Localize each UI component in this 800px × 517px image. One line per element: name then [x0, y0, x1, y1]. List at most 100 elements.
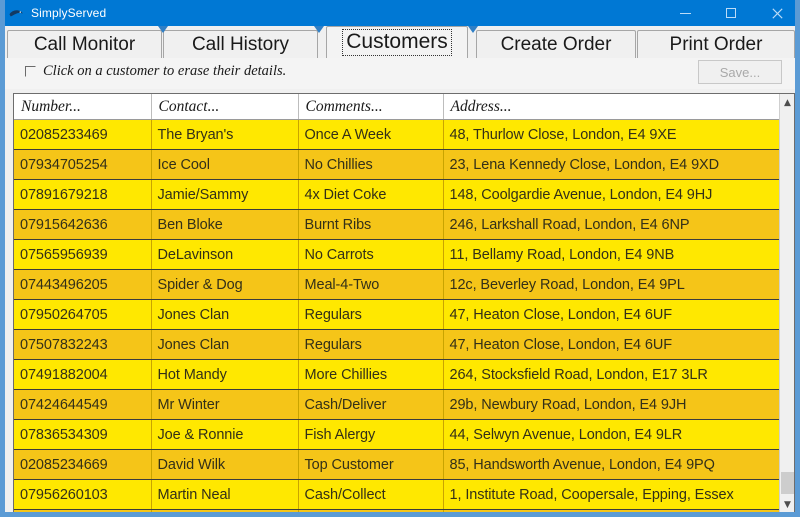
cell-comments[interactable]: No Carrots	[298, 239, 444, 270]
cell-number[interactable]: 07915642636	[14, 209, 152, 240]
cell-comments[interactable]: Regulars	[298, 329, 444, 360]
table-row[interactable]: 07507832243 Jones Clan Regulars 47, Heaton …	[14, 329, 779, 360]
cell-address[interactable]: 44, Selwyn Avenue, London, E4 9LR	[443, 419, 779, 450]
cell-comments[interactable]: Nut Alergy	[298, 509, 444, 512]
table-row[interactable]: 07891679218 Jamie/Sammy 4x Diet Coke 148, C…	[14, 179, 779, 210]
cell-contact[interactable]: Zac Wax	[151, 509, 299, 512]
cell-contact[interactable]: The Bryan's	[151, 119, 299, 150]
table-row[interactable]: 02085234669 David Wilk Top Customer 85, Han…	[14, 449, 779, 480]
save-button[interactable]: Save...	[698, 60, 782, 84]
tab-print-order[interactable]: Print Order	[637, 30, 795, 58]
title-bar: SimplyServed	[5, 0, 795, 26]
cell-address[interactable]: 4, Frances Road, London, E4 9DH	[443, 509, 779, 512]
erase-details-checkbox[interactable]: Click on a customer to erase their detai…	[25, 63, 286, 80]
vertical-scrollbar[interactable]: ▲ ▼	[779, 94, 794, 512]
cell-number[interactable]: 07424644549	[14, 389, 152, 420]
cell-address[interactable]: 23, Lena Kennedy Close, London, E4 9XD	[443, 149, 779, 180]
cell-address[interactable]: 264, Stocksfield Road, London, E17 3LR	[443, 359, 779, 390]
window-controls	[662, 0, 795, 26]
cell-comments[interactable]: Regulars	[298, 299, 444, 330]
cell-number[interactable]: 01234567890	[14, 509, 152, 512]
table-row[interactable]: 07443496205 Spider & Dog Meal-4-Two 12c, Be…	[14, 269, 779, 300]
cell-address[interactable]: 47, Heaton Close, London, E4 6UF	[443, 299, 779, 330]
cell-comments[interactable]: 4x Diet Coke	[298, 179, 444, 210]
tab-call-history[interactable]: Call History	[163, 30, 318, 58]
tab-customers[interactable]: Customers	[326, 26, 468, 58]
minimize-icon	[679, 12, 691, 14]
table-row[interactable]: 07424644549 Mr Winter Cash/Deliver 29b, New…	[14, 389, 779, 420]
close-icon	[771, 7, 783, 19]
cell-address[interactable]: 11, Bellamy Road, London, E4 9NB	[443, 239, 779, 270]
cell-comments[interactable]: Meal-4-Two	[298, 269, 444, 300]
cell-address[interactable]: 246, Larkshall Road, London, E4 6NP	[443, 209, 779, 240]
scroll-down-button[interactable]: ▼	[780, 496, 794, 512]
cell-address[interactable]: 29b, Newbury Road, London, E4 9JH	[443, 389, 779, 420]
customers-grid-viewport: Number... Contact... Comments... Address…	[14, 94, 779, 512]
cell-number[interactable]: 07950264705	[14, 299, 152, 330]
cell-address[interactable]: 1, Institute Road, Coopersale, Epping, E…	[443, 479, 779, 510]
cell-contact[interactable]: Ben Bloke	[151, 209, 299, 240]
cell-number[interactable]: 02085233469	[14, 119, 152, 150]
cell-comments[interactable]: Top Customer	[298, 449, 444, 480]
table-row[interactable]: 07934705254 Ice Cool No Chillies 23, Lena K…	[14, 149, 779, 180]
cell-comments[interactable]: More Chillies	[298, 359, 444, 390]
save-button-label: Save...	[719, 64, 761, 80]
cell-contact[interactable]: Spider & Dog	[151, 269, 299, 300]
table-row[interactable]: 02085233469 The Bryan's Once A Week 48, Thu…	[14, 119, 779, 150]
table-row[interactable]: 07950264705 Jones Clan Regulars 47, Heaton …	[14, 299, 779, 330]
cell-contact[interactable]: David Wilk	[151, 449, 299, 480]
close-button[interactable]	[754, 0, 795, 26]
cell-address[interactable]: 48, Thurlow Close, London, E4 9XE	[443, 119, 779, 150]
cell-contact[interactable]: Joe & Ronnie	[151, 419, 299, 450]
cell-comments[interactable]: Cash/Collect	[298, 479, 444, 510]
column-header-comments[interactable]: Comments...	[298, 94, 444, 120]
cell-contact[interactable]: Mr Winter	[151, 389, 299, 420]
column-header-number[interactable]: Number...	[14, 94, 152, 120]
cell-comments[interactable]: Burnt Ribs	[298, 209, 444, 240]
cell-comments[interactable]: Fish Alergy	[298, 419, 444, 450]
table-row[interactable]: 07956260103 Martin Neal Cash/Collect 1, Ins…	[14, 479, 779, 510]
cell-comments[interactable]: Cash/Deliver	[298, 389, 444, 420]
maximize-icon	[726, 8, 736, 18]
cell-contact[interactable]: Jones Clan	[151, 299, 299, 330]
cell-number[interactable]: 07565956939	[14, 239, 152, 270]
table-row[interactable]: 07491882004 Hot Mandy More Chillies 264, St…	[14, 359, 779, 390]
cell-contact[interactable]: Hot Mandy	[151, 359, 299, 390]
column-header-address[interactable]: Address...	[443, 94, 779, 120]
checkbox-unchecked-icon	[25, 66, 36, 77]
cell-number[interactable]: 07491882004	[14, 359, 152, 390]
cell-address[interactable]: 47, Heaton Close, London, E4 6UF	[443, 329, 779, 360]
cell-contact[interactable]: Jones Clan	[151, 329, 299, 360]
column-header-contact[interactable]: Contact...	[151, 94, 299, 120]
scrollbar-thumb[interactable]	[781, 472, 794, 494]
cell-comments[interactable]: Once A Week	[298, 119, 444, 150]
application-window: SimplyServed Call Monitor Call History C…	[0, 0, 800, 517]
tab-call-monitor[interactable]: Call Monitor	[7, 30, 162, 58]
window-title: SimplyServed	[31, 6, 107, 20]
table-row[interactable]: 07565956939 DeLavinson No Carrots 11, Bella…	[14, 239, 779, 270]
cell-address[interactable]: 148, Coolgardie Avenue, London, E4 9HJ	[443, 179, 779, 210]
cell-number[interactable]: 07956260103	[14, 479, 152, 510]
cell-address[interactable]: 85, Handsworth Avenue, London, E4 9PQ	[443, 449, 779, 480]
cell-contact[interactable]: DeLavinson	[151, 239, 299, 270]
scroll-up-button[interactable]: ▲	[780, 94, 794, 111]
minimize-button[interactable]	[662, 0, 708, 26]
cell-address[interactable]: 12c, Beverley Road, London, E4 9PL	[443, 269, 779, 300]
cell-contact[interactable]: Ice Cool	[151, 149, 299, 180]
table-row[interactable]: 07915642636 Ben Bloke Burnt Ribs 246, Larks…	[14, 209, 779, 240]
cell-number[interactable]: 07836534309	[14, 419, 152, 450]
table-row[interactable]: 01234567890Zac WaxNut Alergy4, Frances R…	[14, 509, 779, 512]
tab-label: Call History	[191, 33, 290, 55]
cell-contact[interactable]: Jamie/Sammy	[151, 179, 299, 210]
cell-number[interactable]: 07891679218	[14, 179, 152, 210]
tab-create-order[interactable]: Create Order	[476, 30, 636, 58]
table-row[interactable]: 07836534309 Joe & Ronnie Fish Alergy 44, Se…	[14, 419, 779, 450]
cell-number[interactable]: 07443496205	[14, 269, 152, 300]
cell-number[interactable]: 07507832243	[14, 329, 152, 360]
cell-number[interactable]: 02085234669	[14, 449, 152, 480]
maximize-button[interactable]	[708, 0, 754, 26]
cell-contact[interactable]: Martin Neal	[151, 479, 299, 510]
cell-number[interactable]: 07934705254	[14, 149, 152, 180]
chevron-up-icon: ▲	[784, 97, 791, 108]
cell-comments[interactable]: No Chillies	[298, 149, 444, 180]
